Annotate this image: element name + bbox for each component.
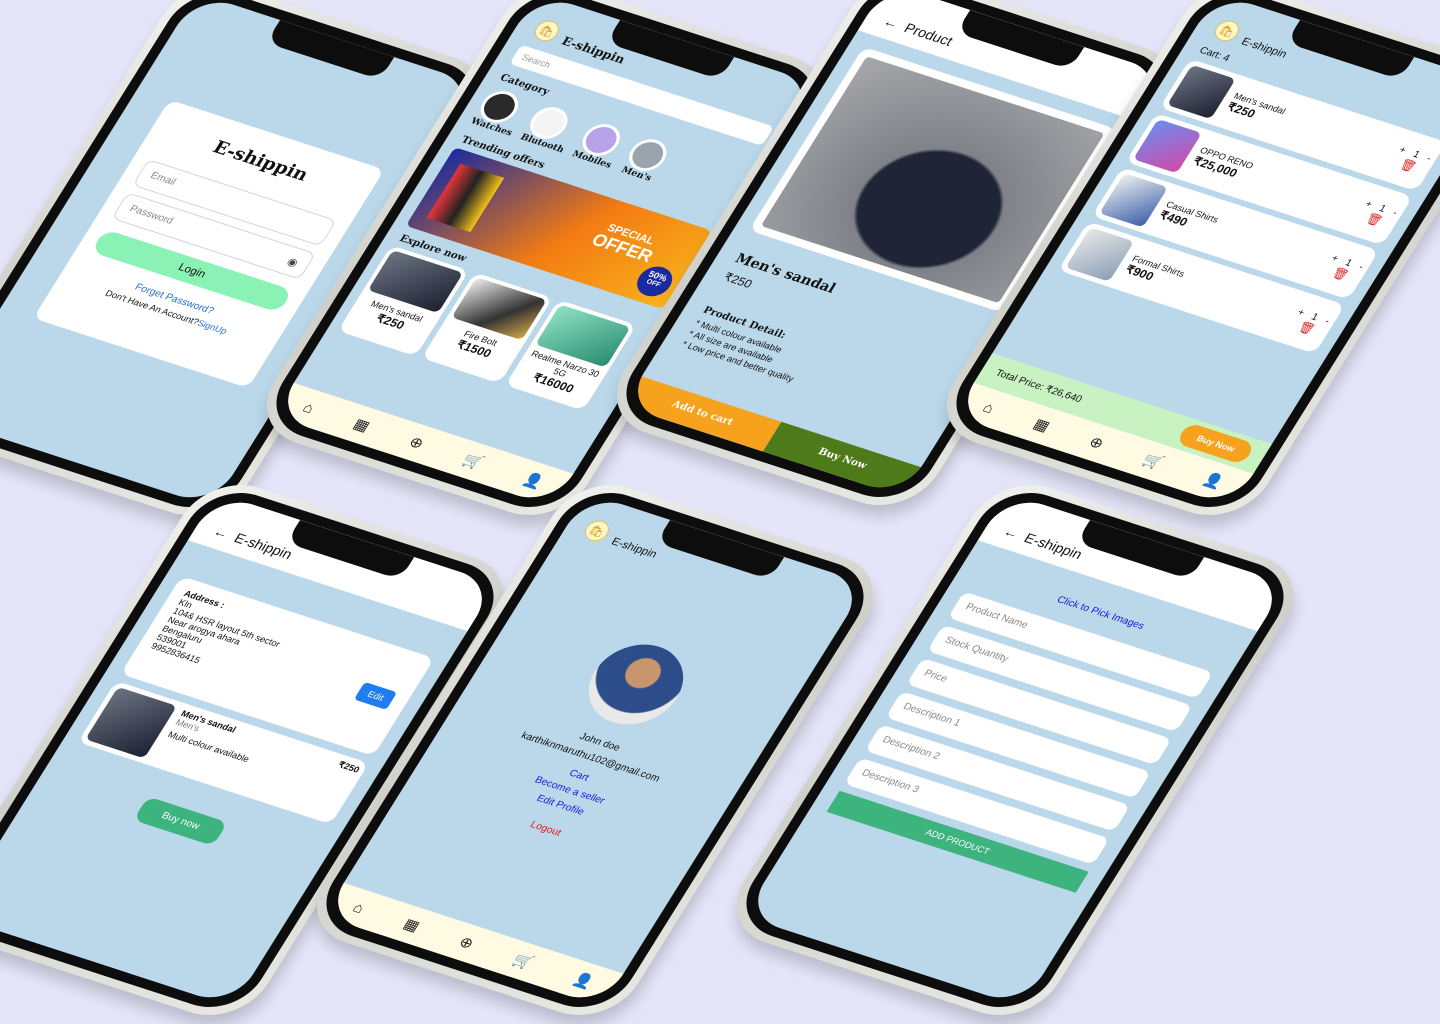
add-circle-icon[interactable]: ⊕ (456, 933, 478, 953)
minus-button[interactable]: - (1323, 316, 1332, 327)
plus-button[interactable]: + (1295, 307, 1307, 318)
qty-stepper: + 1 - 🗑 (1288, 307, 1332, 339)
item-qty: 1 (1376, 202, 1389, 215)
plus-button[interactable]: + (1363, 198, 1375, 209)
app-logo-icon: 🛍 (530, 17, 564, 44)
plus-button[interactable]: + (1397, 144, 1409, 155)
home-icon[interactable]: ⌂ (350, 899, 368, 917)
shopping-bags-icon (426, 163, 505, 233)
app-title: E-shippin (231, 529, 296, 562)
minus-button[interactable]: - (1357, 262, 1366, 273)
back-arrow-icon[interactable]: ← (880, 13, 902, 31)
cart-icon[interactable]: 🛒 (510, 950, 538, 972)
minus-button[interactable]: - (1424, 153, 1433, 164)
category-mens[interactable]: Men's (617, 135, 674, 184)
checkout-buy-now-button[interactable]: Buy now (133, 796, 228, 847)
app-title: E-shippin (1021, 529, 1086, 562)
qty-stepper: + 1 - 🗑 (1321, 253, 1366, 285)
user-icon[interactable]: 👤 (569, 970, 597, 992)
app-title: E-shippin (608, 535, 660, 561)
back-arrow-icon[interactable]: ← (210, 523, 232, 541)
back-arrow-icon[interactable]: ← (1000, 523, 1022, 541)
user-icon[interactable]: 👤 (1199, 470, 1227, 492)
item-qty: 1 (1309, 311, 1321, 323)
minus-button[interactable]: - (1391, 207, 1400, 218)
qty-stepper: + 1 - 🗑 (1389, 144, 1434, 176)
home-icon[interactable]: ⌂ (980, 399, 998, 417)
item-qty: 1 (1343, 257, 1355, 269)
app-title: Product (901, 19, 956, 49)
home-icon[interactable]: ⌂ (300, 399, 318, 417)
grid-icon[interactable]: ▦ (400, 915, 423, 935)
eye-icon[interactable]: ◉ (284, 255, 301, 269)
grid-icon[interactable]: ▦ (350, 415, 373, 435)
avatar[interactable] (571, 633, 701, 736)
qty-stepper: + 1 - 🗑 (1355, 198, 1400, 230)
grid-icon[interactable]: ▦ (1030, 415, 1053, 435)
plus-button[interactable]: + (1329, 253, 1341, 264)
user-icon[interactable]: 👤 (519, 470, 547, 492)
app-logo-icon: 🛍 (580, 517, 614, 544)
cart-icon[interactable]: 🛒 (460, 450, 488, 472)
password-placeholder: Password (127, 203, 176, 227)
add-circle-icon[interactable]: ⊕ (1086, 433, 1108, 453)
category-bluetooth[interactable]: Blutooth (518, 102, 584, 155)
cart-icon[interactable]: 🛒 (1140, 450, 1168, 472)
app-logo-icon: 🛍 (1210, 17, 1244, 44)
offer-text: SPECIAL OFFER (588, 221, 663, 266)
item-qty: 1 (1410, 148, 1423, 161)
app-title: E-shippin (1238, 35, 1290, 61)
category-watches[interactable]: Watches (468, 86, 532, 138)
add-circle-icon[interactable]: ⊕ (406, 433, 428, 453)
